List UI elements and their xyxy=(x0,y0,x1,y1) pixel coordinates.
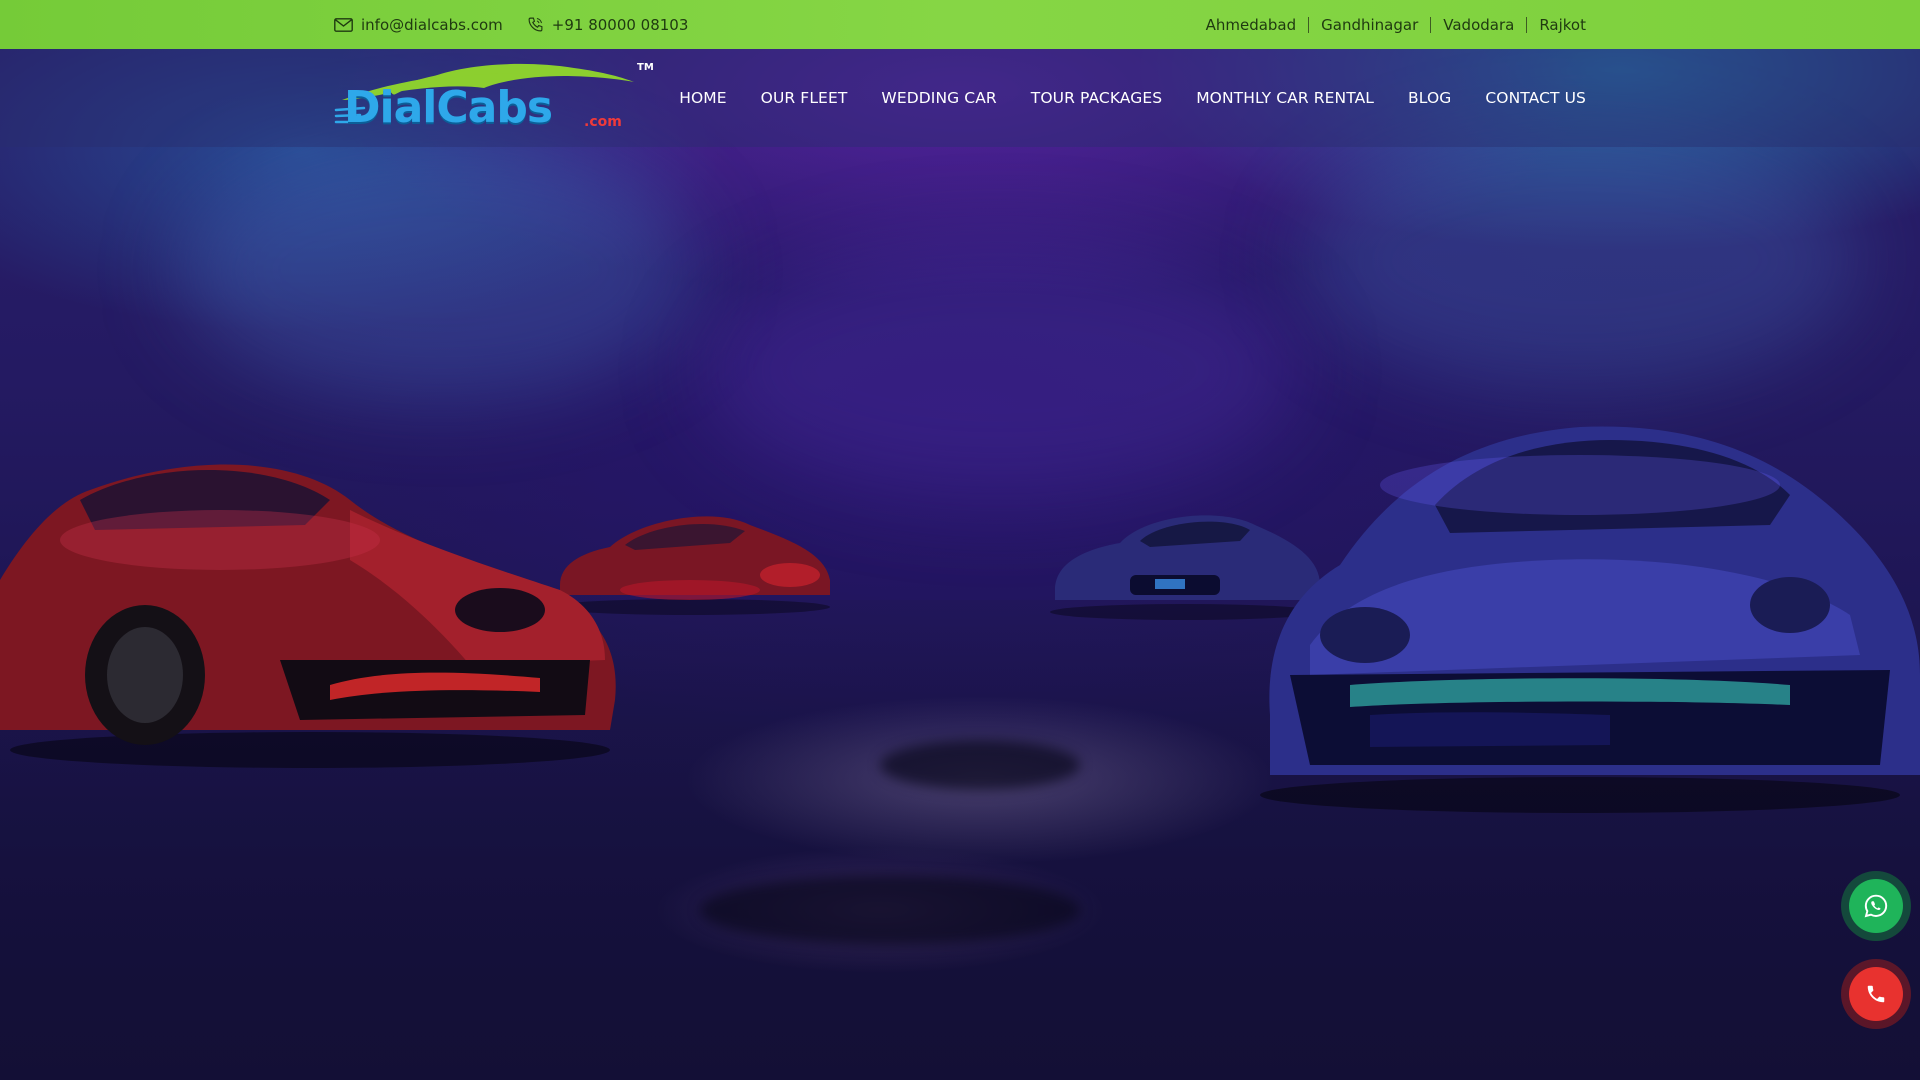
top-contact-bar: info@dialcabs.com +91 80000 08103 Ahmeda… xyxy=(0,0,1920,49)
nav-tour-packages[interactable]: TOUR PACKAGES xyxy=(1031,89,1162,107)
envelope-icon xyxy=(334,17,353,32)
city-gandhinagar[interactable]: Gandhinagar xyxy=(1308,16,1430,33)
nav-contact-us[interactable]: CONTACT US xyxy=(1485,89,1586,107)
contact-info: info@dialcabs.com +91 80000 08103 xyxy=(334,16,712,34)
phone-text: +91 80000 08103 xyxy=(551,15,689,34)
fog-cloud xyxy=(180,140,700,400)
nav-monthly-car-rental[interactable]: MONTHLY CAR RENTAL xyxy=(1196,89,1374,107)
puddle xyxy=(880,740,1080,790)
blue-car-near xyxy=(1250,415,1920,815)
city-ahmedabad[interactable]: Ahmedabad xyxy=(1194,17,1309,33)
nav-home[interactable]: HOME xyxy=(679,89,726,107)
logo-wordmark: DialCabs xyxy=(344,82,553,133)
hero-video-background xyxy=(0,0,1920,1080)
logo-domain: .com xyxy=(584,114,622,130)
main-header: DialCabs .com TM HOME OUR FLEET WEDDING … xyxy=(0,49,1920,147)
puddle xyxy=(700,875,1080,945)
phone-icon xyxy=(1849,967,1903,1021)
site-logo[interactable]: DialCabs .com TM xyxy=(334,58,654,138)
fog-cloud xyxy=(1300,130,1860,390)
email-link[interactable]: info@dialcabs.com xyxy=(334,16,503,34)
phone-icon xyxy=(527,16,544,33)
city-links: Ahmedabad Gandhinagar Vadodara Rajkot xyxy=(1194,16,1586,33)
email-text: info@dialcabs.com xyxy=(361,15,503,34)
nav-our-fleet[interactable]: OUR FLEET xyxy=(761,89,848,107)
nav-blog[interactable]: BLOG xyxy=(1408,89,1451,107)
phone-link[interactable]: +91 80000 08103 xyxy=(527,15,689,34)
main-nav: HOME OUR FLEET WEDDING CAR TOUR PACKAGES… xyxy=(679,89,1586,107)
whatsapp-icon xyxy=(1849,879,1903,933)
logo-trademark: TM xyxy=(637,62,654,73)
red-car-near xyxy=(0,430,630,770)
city-vadodara[interactable]: Vadodara xyxy=(1430,16,1526,33)
whatsapp-button[interactable] xyxy=(1841,871,1911,941)
city-rajkot[interactable]: Rajkot xyxy=(1526,16,1586,33)
call-button[interactable] xyxy=(1841,959,1911,1029)
nav-wedding-car[interactable]: WEDDING CAR xyxy=(881,89,996,107)
fog-cloud xyxy=(700,240,1300,500)
